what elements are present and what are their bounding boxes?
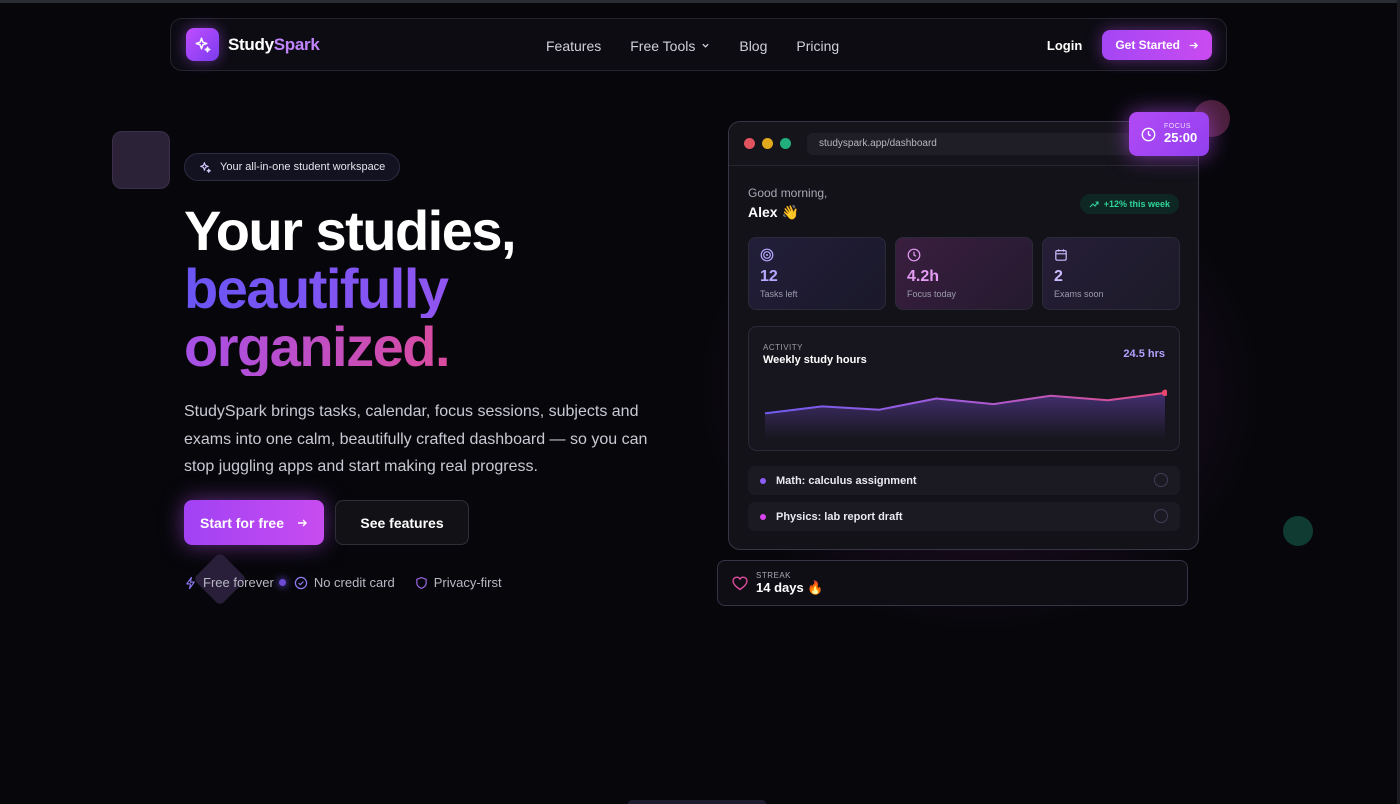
stat-label: Exams soon	[1054, 289, 1104, 299]
stat-value: 4.2h	[907, 268, 940, 285]
activity-card: ACTIVITY Weekly study hours 24.5 hrs	[748, 326, 1180, 451]
weekly-trend-badge: +12% this week	[1079, 194, 1179, 214]
calendar-icon	[1055, 249, 1067, 261]
stat-card-exams[interactable]: 2 Exams soon	[1042, 237, 1180, 310]
window-top-border	[0, 0, 1400, 3]
see-features-button[interactable]: See features	[335, 500, 469, 545]
focus-time: 25:00	[1164, 130, 1198, 145]
check-circle-icon	[294, 576, 308, 589]
stat-label: Focus today	[907, 289, 957, 299]
badge-free-forever-label: Free forever	[203, 575, 274, 590]
nav-item-free-tools-label: Free Tools	[630, 37, 696, 54]
top-navigation: StudySpark Features Free Tools Blog Pric…	[170, 18, 1227, 71]
get-started-label: Get Started	[1115, 38, 1180, 52]
weekly-hours-chart	[764, 389, 1167, 439]
focus-timer-badge[interactable]: FOCUS 25:00	[1129, 112, 1209, 156]
hero-description: StudySpark brings tasks, calendar, focus…	[184, 403, 648, 475]
task-bullet	[760, 513, 766, 520]
nav-item-features[interactable]: Features	[546, 38, 601, 54]
login-link[interactable]: Login	[1047, 38, 1082, 53]
hero-title-line3: organized.	[184, 318, 515, 376]
focus-kicker: FOCUS	[1164, 123, 1191, 130]
user-name: Alex 👋	[748, 204, 799, 220]
nav-actions: Login Get Started	[1047, 30, 1212, 60]
shield-icon	[416, 576, 427, 589]
arrow-right-icon	[298, 519, 308, 526]
brand-name: StudySpark	[228, 34, 320, 55]
hero-pill-text: Your all-in-one student workspace	[220, 161, 386, 173]
window-maximize-dot	[780, 138, 791, 149]
task-text: Math: calculus assignment	[776, 474, 917, 487]
brand-name-part1: Study	[228, 34, 274, 54]
get-started-button[interactable]: Get Started	[1102, 30, 1212, 60]
browser-bar: studyspark.app/dashboard	[729, 122, 1198, 166]
nav-item-pricing[interactable]: Pricing	[796, 38, 839, 54]
badge-no-credit-card: No credit card	[294, 575, 395, 590]
chevron-down-icon	[702, 43, 710, 48]
badge-privacy-first: Privacy-first	[415, 575, 502, 590]
badge-free-forever: Free forever	[184, 575, 274, 590]
trend-up-icon	[1089, 201, 1099, 208]
focus-text: FOCUS 25:00	[1164, 123, 1197, 145]
brand-logo[interactable]: StudySpark	[186, 28, 320, 61]
arrow-right-icon	[1189, 41, 1199, 49]
hero-title-line1: Your studies,	[184, 199, 517, 262]
nav-item-free-tools[interactable]: Free Tools	[630, 38, 710, 54]
nav-menu: Features Free Tools Blog Pricing	[546, 19, 839, 72]
bottom-section-tab	[628, 800, 766, 804]
streak-text: STREAK 14 days 🔥	[756, 571, 824, 596]
brand-name-part2: Spark	[273, 34, 320, 54]
start-for-free-button[interactable]: Start for free	[184, 500, 324, 545]
hero-title: Your studies, beautifully organized.	[184, 199, 517, 376]
streak-kicker: STREAK	[756, 570, 792, 580]
decorative-square	[112, 131, 170, 189]
task-checkbox[interactable]	[1154, 509, 1168, 523]
stat-card-tasks[interactable]: 12 Tasks left	[748, 237, 886, 310]
task-item-physics[interactable]: Physics: lab report draft	[748, 502, 1180, 531]
window-close-dot	[744, 138, 755, 149]
target-icon	[760, 248, 774, 262]
clock-icon	[1141, 127, 1156, 141]
window-minimize-dot	[762, 138, 773, 149]
dashboard-preview: studyspark.app/dashboard Good morning, A…	[728, 121, 1199, 550]
lightning-icon	[186, 576, 195, 589]
start-for-free-label: Start for free	[199, 514, 285, 531]
stat-value: 12	[760, 268, 778, 285]
url-bar: studyspark.app/dashboard	[807, 132, 1137, 155]
task-text: Physics: lab report draft	[776, 510, 903, 523]
task-bullet	[760, 477, 766, 484]
stat-card-focus[interactable]: 4.2h Focus today	[895, 237, 1033, 310]
streak-card: STREAK 14 days 🔥	[717, 560, 1188, 606]
stat-value: 2	[1054, 268, 1063, 285]
streak-value: 14 days 🔥	[756, 579, 824, 595]
hero-pill-badge: Your all-in-one student workspace	[184, 153, 401, 181]
task-item-math[interactable]: Math: calculus assignment	[748, 466, 1180, 495]
activity-total: 24.5 hrs	[1123, 348, 1165, 360]
hero-title-line2: beautifully	[184, 260, 515, 318]
heart-icon	[732, 575, 748, 590]
see-features-label: See features	[360, 514, 444, 531]
nav-item-blog[interactable]: Blog	[739, 38, 767, 54]
hero-badges: Free forever No credit card Privacy-firs…	[184, 575, 522, 590]
badge-privacy-first-label: Privacy-first	[433, 575, 502, 590]
clock-icon	[907, 248, 921, 262]
weekly-trend-text: +12% this week	[1103, 199, 1170, 209]
sparkle-icon	[200, 161, 211, 173]
badge-no-credit-card-label: No credit card	[313, 575, 395, 590]
activity-kicker: ACTIVITY	[763, 343, 804, 352]
activity-title: Weekly study hours	[763, 354, 867, 366]
decorative-circle	[1283, 516, 1313, 546]
task-checkbox[interactable]	[1154, 473, 1168, 487]
greeting-text: Good morning,	[748, 186, 828, 200]
stat-label: Tasks left	[760, 289, 798, 299]
sparkle-icon	[186, 28, 219, 61]
